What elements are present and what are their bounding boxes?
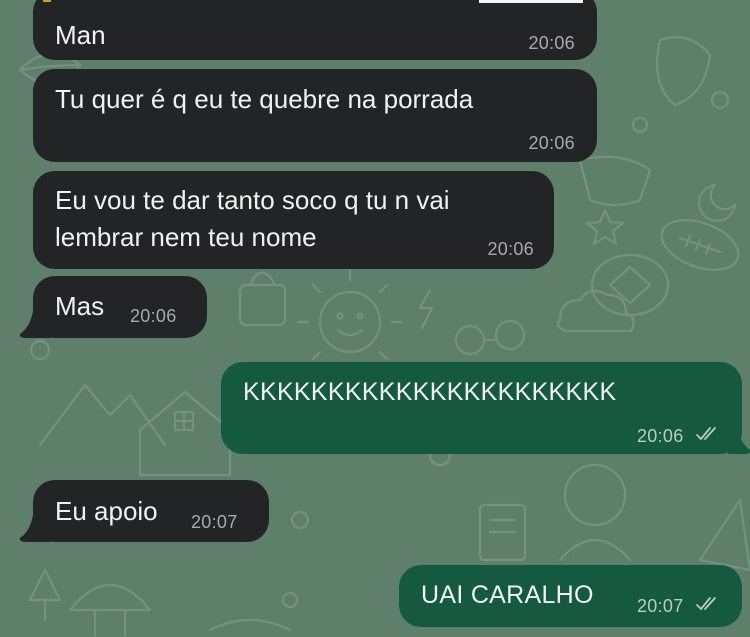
message-bubble-outgoing[interactable]: KKKKKKKKKKKKKKKKKKKKKK 20:06 (221, 362, 742, 454)
message-time: 20:06 (528, 33, 575, 53)
message-time: 20:06 (487, 239, 534, 259)
message-time: 20:07 (637, 596, 684, 616)
double-check-read-icon (696, 427, 716, 441)
message-time: 20:06 (637, 426, 684, 446)
message-text: Mas (55, 291, 105, 321)
message-time: 20:06 (130, 306, 177, 326)
message-time: 20:07 (191, 512, 238, 532)
reply-marker (43, 0, 51, 2)
message-text: KKKKKKKKKKKKKKKKKKKKKK (243, 378, 617, 406)
message-time: 20:06 (528, 133, 575, 153)
message-text: Man (55, 20, 106, 50)
message-text: Tu quer é q eu te quebre na porrada (55, 84, 474, 114)
reply-preview-bar (479, 0, 583, 3)
message-text: UAI CARALHO (421, 581, 594, 609)
message-text: Eu apoio (55, 496, 158, 526)
message-bubble-outgoing[interactable]: UAI CARALHO 20:07 (399, 565, 742, 627)
double-check-read-icon (696, 597, 716, 611)
chat-messages: Man 20:06 Tu quer é q eu te quebre na po… (0, 0, 750, 637)
message-text: Eu vou te dar tanto soco q tu n vai lemb… (55, 185, 450, 252)
message-bubble-incoming[interactable]: Mas 20:06 (33, 276, 207, 338)
message-bubble-incoming[interactable]: Man 20:06 (33, 0, 597, 60)
message-bubble-incoming[interactable]: Tu quer é q eu te quebre na porrada 20:0… (33, 69, 597, 162)
message-bubble-incoming[interactable]: Eu vou te dar tanto soco q tu n vai lemb… (33, 171, 554, 269)
message-bubble-incoming[interactable]: Eu apoio 20:07 (33, 480, 269, 542)
